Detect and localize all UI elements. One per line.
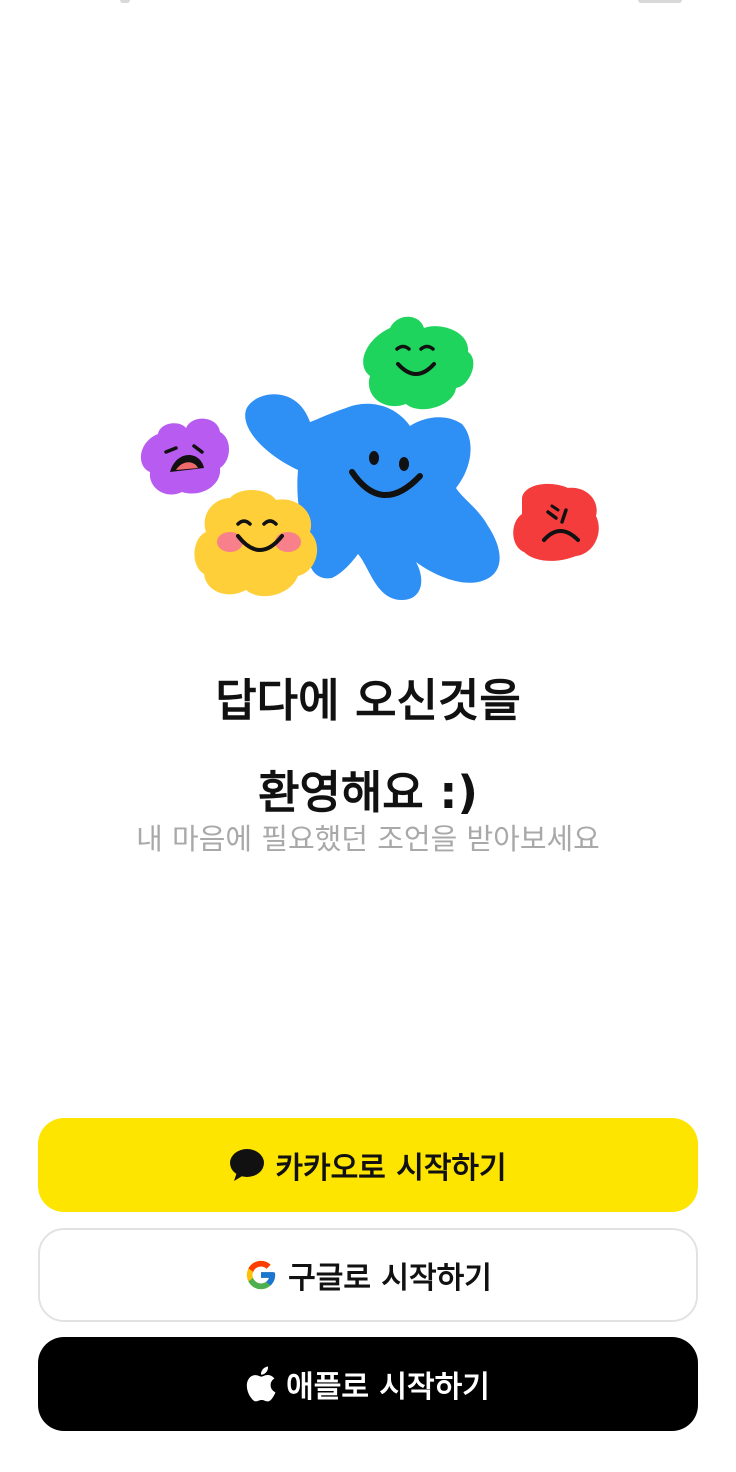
status-bar <box>0 0 736 8</box>
apple-login-label: 애플로 시작하기 <box>286 1370 490 1405</box>
kakao-login-label: 카카오로 시작하기 <box>275 1151 507 1186</box>
apple-login-button[interactable]: 애플로 시작하기 <box>38 1337 698 1431</box>
google-g-icon <box>244 1258 278 1292</box>
purple-character <box>140 418 229 495</box>
green-character <box>363 316 474 410</box>
battery-icon <box>638 0 682 3</box>
welcome-title: 답다에 오신것을 환영해요 :) <box>0 655 736 839</box>
apple-logo-icon <box>246 1366 276 1402</box>
google-login-button[interactable]: 구글로 시작하기 <box>38 1228 698 1322</box>
welcome-subtitle: 내 마음에 필요했던 조언을 받아보세요 <box>136 822 600 856</box>
red-character <box>513 483 599 561</box>
emotion-characters-illustration <box>140 316 599 600</box>
welcome-title-line1: 답다에 오신것을 <box>215 674 521 727</box>
kakao-login-button[interactable]: 카카오로 시작하기 <box>38 1118 698 1212</box>
status-indicator <box>120 0 130 3</box>
kakao-speech-bubble-icon <box>229 1148 265 1182</box>
yellow-character <box>194 489 318 597</box>
google-login-label: 구글로 시작하기 <box>288 1261 492 1296</box>
